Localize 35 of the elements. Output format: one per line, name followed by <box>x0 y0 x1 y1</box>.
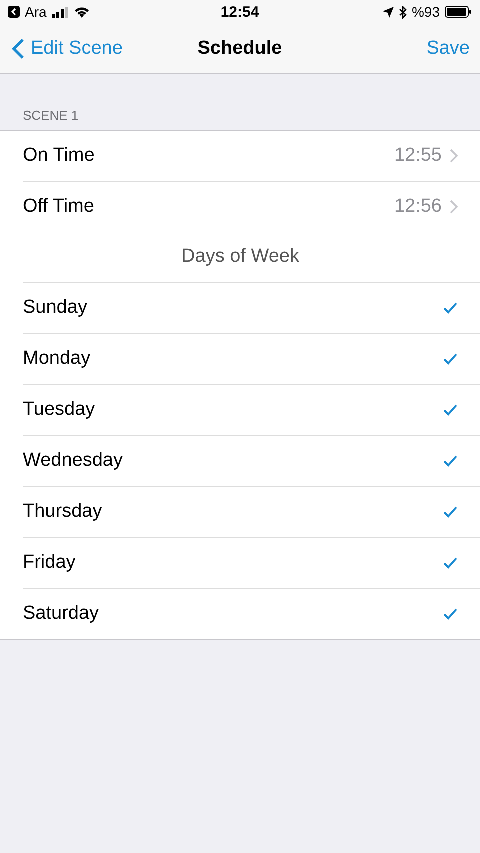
checkmark-icon[interactable] <box>443 353 458 365</box>
chevron-right-icon <box>450 149 458 163</box>
battery-icon <box>445 6 472 18</box>
checkmark-icon[interactable] <box>443 506 458 518</box>
day-label[interactable]: Wednesday <box>23 450 443 472</box>
day-label[interactable]: Saturday <box>23 603 443 625</box>
signal-icon <box>52 6 69 18</box>
save-button[interactable]: Save <box>426 38 470 60</box>
section-header: SCENE 1 <box>22 107 80 125</box>
day-label[interactable]: Monday <box>23 348 443 370</box>
time-value: 12:55 <box>394 145 442 167</box>
location-icon <box>382 6 394 18</box>
back-button[interactable]: Edit Scene <box>12 38 123 60</box>
checkmark-icon[interactable] <box>443 455 458 467</box>
checkmark-icon[interactable] <box>443 608 458 620</box>
screen-title: Schedule <box>198 38 282 58</box>
checkmark-icon[interactable] <box>443 404 458 416</box>
day-label[interactable]: Tuesday <box>23 399 443 421</box>
checkmark-icon[interactable] <box>443 302 458 314</box>
time-value: 12:56 <box>394 196 442 218</box>
bluetooth-icon <box>398 6 407 18</box>
checkmark-icon[interactable] <box>443 557 458 569</box>
chevron-left-icon <box>12 38 25 60</box>
days-header: Days of Week <box>182 246 300 268</box>
time-label[interactable]: Off Time <box>23 196 394 218</box>
time-label[interactable]: On Time <box>23 145 394 167</box>
day-label[interactable]: Friday <box>23 552 443 574</box>
back-icon[interactable] <box>8 6 20 18</box>
day-label[interactable]: Thursday <box>23 501 443 523</box>
clock: 12:54 <box>220 4 260 20</box>
chevron-right-icon <box>450 200 458 214</box>
battery-percent: %93 <box>412 4 440 20</box>
day-label[interactable]: Sunday <box>23 297 443 319</box>
wifi-icon <box>74 6 90 18</box>
back-app-label[interactable]: Ara <box>25 4 47 20</box>
